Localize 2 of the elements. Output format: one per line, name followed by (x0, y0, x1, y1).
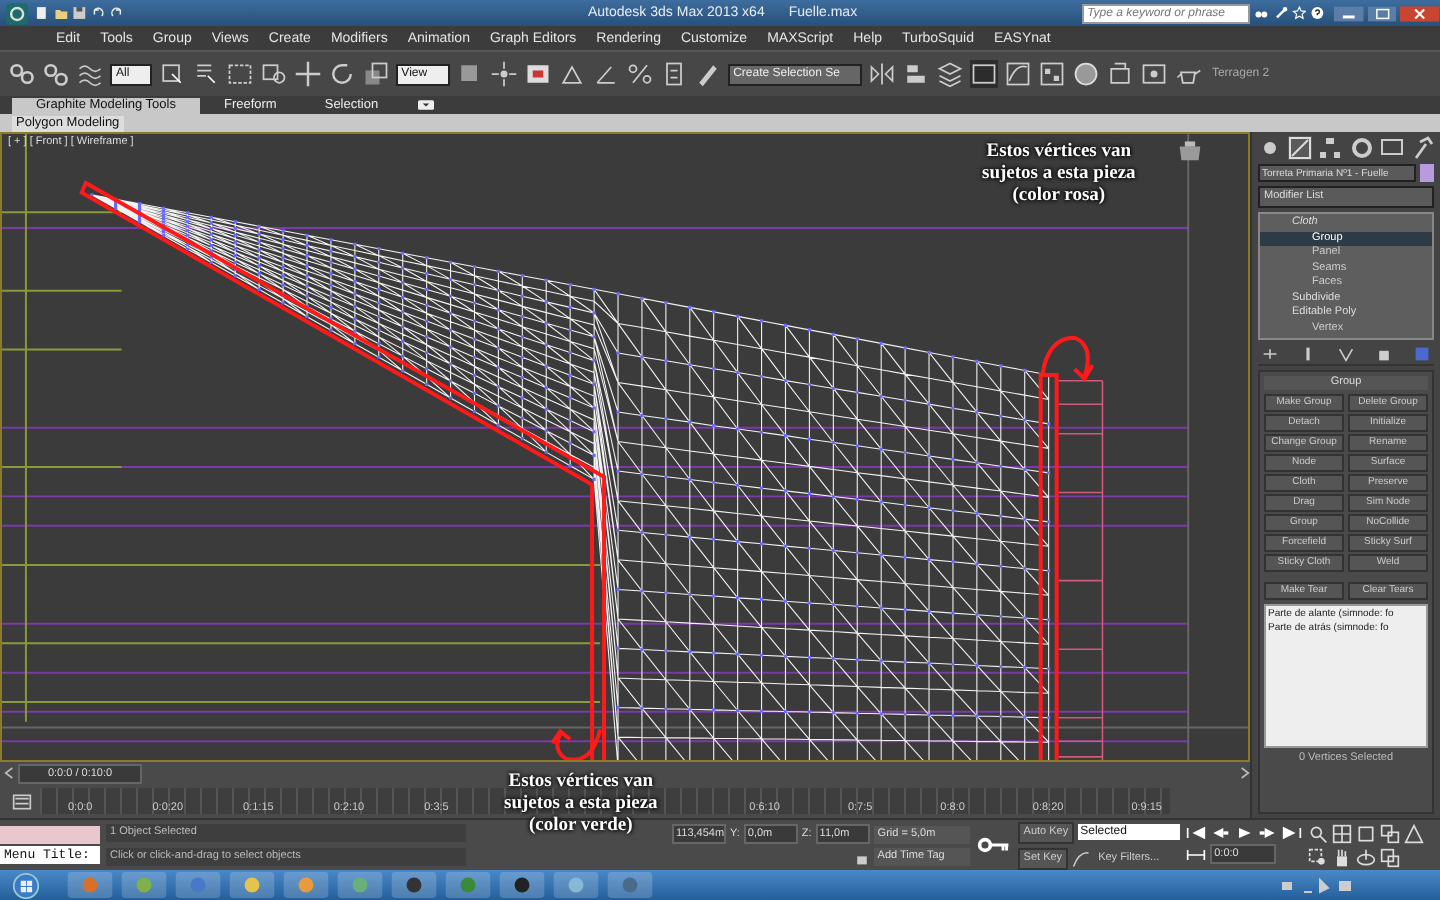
annotation-text: Estos vértices van sujetos a esta pieza (color rosa) (982, 142, 1136, 208)
annotation-text: Estos vértices van sujetos a esta pieza (color verde) (504, 772, 658, 838)
